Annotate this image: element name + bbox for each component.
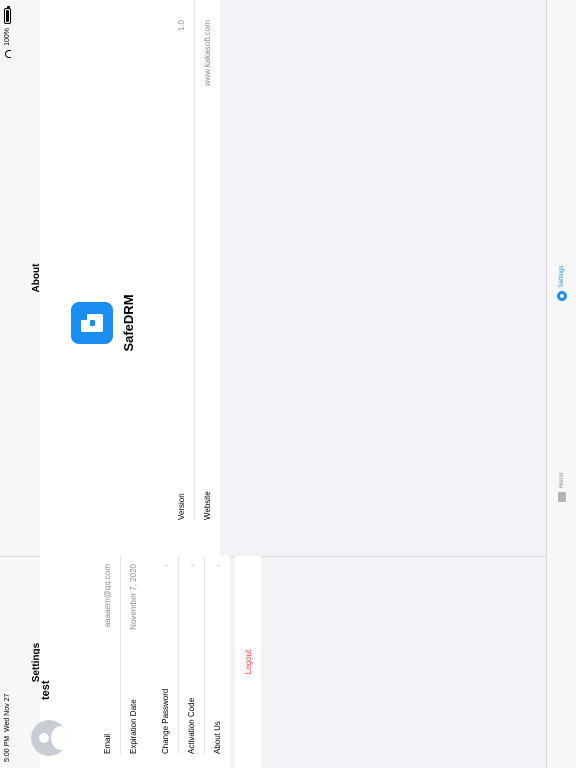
app-info-panel: SafeDRM Version 1.0 Website www.kakasoft… bbox=[40, 0, 220, 556]
settings-panel: 5:00 PM Wed Nov 27 Settings test Email a… bbox=[0, 556, 576, 768]
logout-button[interactable]: Logout bbox=[235, 556, 261, 768]
wifi-icon bbox=[4, 49, 11, 58]
chevron-right-icon: › bbox=[212, 564, 223, 567]
about-panel: 100% About SafeDRM Version 1.0 Website w… bbox=[0, 0, 546, 556]
email-row: Email aaaaem@qq.com bbox=[94, 556, 120, 754]
battery-percent: 100% bbox=[4, 28, 11, 46]
email-label: Email bbox=[102, 733, 112, 754]
website-label: Website bbox=[203, 491, 212, 520]
about-content: SafeDRM Version 1.0 Website www.kakasoft… bbox=[40, 0, 546, 556]
version-label: Version bbox=[176, 493, 186, 520]
menu-item-activation-code[interactable]: Activation Code › bbox=[178, 556, 204, 754]
expiration-row: Expiration Date November 7, 2020 bbox=[120, 556, 146, 754]
expiration-value: November 7, 2020 bbox=[129, 564, 138, 630]
menu-item-label: About Us bbox=[213, 721, 222, 754]
home-icon bbox=[557, 492, 566, 503]
tab-home-label: Home bbox=[558, 472, 565, 489]
expiration-label: Expiration Date bbox=[129, 699, 138, 754]
chevron-right-icon: › bbox=[160, 564, 170, 567]
menu-item-label: Activation Code bbox=[187, 697, 196, 754]
tab-settings[interactable]: Settings bbox=[556, 265, 567, 302]
website-value[interactable]: www.kakasoft.com bbox=[203, 20, 212, 86]
menu-item-label: Change Password bbox=[160, 688, 170, 754]
tab-settings-label: Settings bbox=[558, 265, 565, 288]
tab-bar: Home Settings bbox=[546, 0, 576, 768]
status-right: 100% bbox=[4, 8, 11, 58]
avatar bbox=[31, 720, 67, 756]
version-row: Version 1.0 bbox=[168, 0, 194, 520]
version-value: 1.0 bbox=[176, 20, 186, 32]
menu-item-change-password[interactable]: Change Password › bbox=[152, 556, 178, 754]
username: test bbox=[40, 680, 52, 700]
app-logo-icon bbox=[71, 302, 113, 344]
website-row[interactable]: Website www.kakasoft.com bbox=[194, 0, 220, 520]
app-name: SafeDRM bbox=[121, 294, 136, 352]
app-window: 5:00 PM Wed Nov 27 Settings test Email a… bbox=[0, 0, 576, 768]
settings-menu: Change Password › Activation Code › Abou… bbox=[152, 556, 230, 768]
menu-item-about-us[interactable]: About Us › bbox=[204, 556, 230, 754]
tab-home[interactable]: Home bbox=[557, 472, 566, 503]
battery-icon bbox=[4, 8, 11, 24]
gear-icon bbox=[556, 291, 567, 302]
email-value: aaaaem@qq.com bbox=[102, 564, 112, 628]
chevron-right-icon: › bbox=[186, 564, 197, 567]
